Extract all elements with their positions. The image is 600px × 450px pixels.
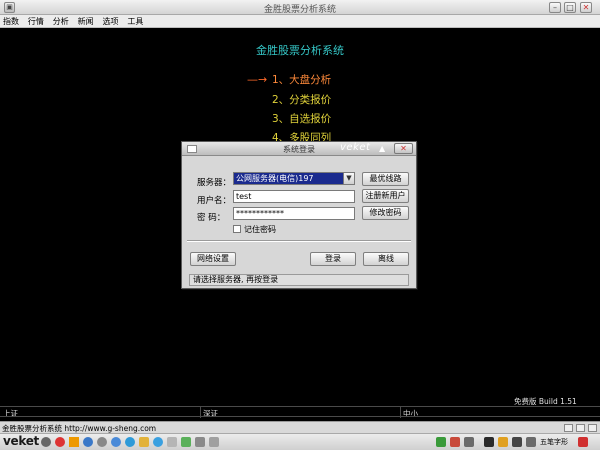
main-title: 金胜股票分析系统 <box>256 44 344 57</box>
remember-label: 记住密码 <box>244 225 276 234</box>
menubar: 指数 行情 分析 新闻 选项 工具 <box>0 15 600 28</box>
veket-watermark: veket <box>340 142 371 153</box>
media-icon[interactable] <box>55 437 65 447</box>
menu-index[interactable]: 指数 <box>0 15 22 27</box>
password-input[interactable]: ************ <box>233 207 355 220</box>
menu-options[interactable]: 选项 <box>100 15 122 27</box>
window-titlebar: ▣ 金胜股票分析系统 – □ ✕ <box>0 0 600 15</box>
monitor-icon[interactable] <box>512 437 522 447</box>
register-button[interactable]: 注册新用户 <box>362 189 409 203</box>
browser-icon[interactable] <box>83 437 93 447</box>
scroll-right-button[interactable] <box>576 424 585 432</box>
menu-market-analysis[interactable]: 1、大盘分析 <box>272 72 331 87</box>
best-route-button[interactable]: 最优线路 <box>362 172 409 186</box>
task-icon[interactable] <box>209 437 219 447</box>
network-icon[interactable] <box>125 437 135 447</box>
dialog-titlebar: 系统登录 veket ▲ ✕ <box>182 142 416 156</box>
network-settings-button[interactable]: 网络设置 <box>190 252 236 266</box>
start-menu-button[interactable]: veket <box>3 434 39 448</box>
power-icon[interactable] <box>578 437 588 447</box>
url-status-bar: 金胜股票分析系统 http://www.g-sheng.com <box>0 421 600 433</box>
tray-icon[interactable] <box>484 437 494 447</box>
menu-news[interactable]: 新闻 <box>75 15 97 27</box>
app-icon[interactable] <box>153 437 163 447</box>
caret-icon: ▲ <box>379 144 386 153</box>
login-button[interactable]: 登录 <box>310 252 356 266</box>
login-dialog: 系统登录 veket ▲ ✕ 服务器： 公网服务器(电信)197 ▼ 最优线路 … <box>181 141 417 289</box>
arrow-icon: —→ <box>247 73 268 86</box>
tray-icon[interactable] <box>464 437 474 447</box>
tray-icon[interactable] <box>526 437 536 447</box>
username-label: 用户名： <box>197 196 232 206</box>
status-bar: 请选择服务器, 再按登录 <box>189 274 409 286</box>
vlc-icon[interactable] <box>69 437 79 447</box>
resize-icon <box>588 424 597 432</box>
menu-tools[interactable]: 工具 <box>124 15 146 27</box>
globe-icon[interactable] <box>111 437 121 447</box>
scroll-left-button[interactable] <box>564 424 573 432</box>
change-password-button[interactable]: 修改密码 <box>362 206 409 220</box>
server-value: 公网服务器(电信)197 <box>236 174 314 183</box>
server-select[interactable]: 公网服务器(电信)197 ▼ <box>233 172 355 185</box>
minimize-button[interactable]: – <box>549 2 561 13</box>
desktop-icon[interactable] <box>41 437 51 447</box>
maximize-button[interactable]: □ <box>564 2 576 13</box>
task-icon[interactable] <box>181 437 191 447</box>
menu-analysis[interactable]: 分析 <box>50 15 72 27</box>
window-title: 金胜股票分析系统 <box>263 5 336 15</box>
password-label: 密 码： <box>197 213 226 223</box>
server-label: 服务器： <box>197 178 232 188</box>
speaker-icon[interactable] <box>498 437 508 447</box>
close-button[interactable]: ✕ <box>580 2 592 13</box>
taskbar: veket 五笔字形 <box>0 433 600 450</box>
tray-icon[interactable] <box>450 437 460 447</box>
menu-quotes[interactable]: 行情 <box>25 15 47 27</box>
offline-button[interactable]: 离线 <box>363 252 409 266</box>
remember-checkbox[interactable] <box>233 225 241 233</box>
divider <box>187 240 411 242</box>
chevron-down-icon[interactable]: ▼ <box>343 173 354 184</box>
task-icon[interactable] <box>195 437 205 447</box>
window-icon[interactable] <box>167 437 177 447</box>
ime-indicator[interactable]: 五笔字形 <box>540 437 568 447</box>
tray-icon[interactable] <box>436 437 446 447</box>
username-input[interactable]: test <box>233 190 355 203</box>
menu-watchlist-quotes[interactable]: 3、自选报价 <box>272 111 331 126</box>
menu-category-quotes[interactable]: 2、分类报价 <box>272 92 331 107</box>
dialog-close-button[interactable]: ✕ <box>394 143 413 154</box>
terminal-icon[interactable] <box>97 437 107 447</box>
folder-icon[interactable] <box>139 437 149 447</box>
